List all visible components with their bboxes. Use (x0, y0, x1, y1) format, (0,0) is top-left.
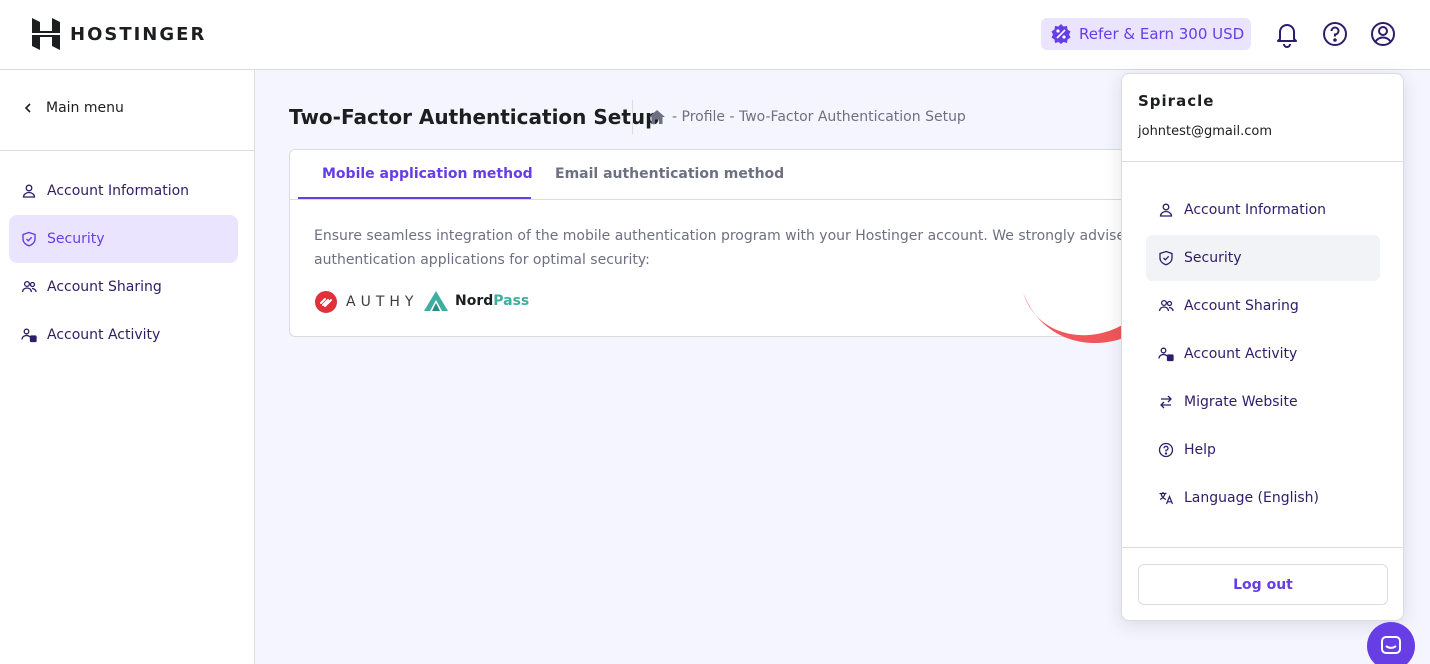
sidebar-item-security[interactable]: Security (9, 215, 238, 263)
transfer-icon (1160, 395, 1172, 409)
refer-earn-label: Refer & Earn 300 USD (1079, 25, 1245, 43)
sidebar-item-label: Account Information (47, 183, 190, 199)
discount-badge-icon (1051, 24, 1071, 44)
nordpass-wordmark-pass: Pass (493, 293, 530, 309)
user-icon (22, 184, 36, 198)
dropdown-item-label: Language (English) (1184, 490, 1320, 506)
account-circle-icon[interactable] (1369, 20, 1397, 48)
dropdown-item-language[interactable]: Language (English) (1146, 475, 1380, 521)
breadcrumb-path[interactable]: - Profile - Two-Factor Authentication Se… (672, 109, 966, 125)
users-icon (21, 280, 37, 293)
tab-email-authentication[interactable]: Email authentication method (555, 166, 784, 182)
sidebar-divider (0, 150, 254, 151)
authy-wordmark: AUTHY (346, 294, 419, 310)
authy-logo: AUTHY (314, 290, 418, 314)
dropdown-item-account-activity[interactable]: Account Activity (1146, 331, 1380, 377)
title-separator (632, 100, 633, 134)
tab-divider (290, 199, 1168, 200)
account-dropdown: Spiracle johntest@gmail.com Account Info… (1121, 73, 1404, 621)
account-email: johntest@gmail.com (1138, 124, 1273, 139)
help-icon (1158, 442, 1174, 458)
top-bar: HOSTINGER Refer & Earn 300 USD (0, 0, 1430, 70)
dropdown-item-account-sharing[interactable]: Account Sharing (1146, 283, 1380, 329)
dropdown-item-migrate-website[interactable]: Migrate Website (1146, 379, 1380, 425)
refer-earn-button[interactable]: Refer & Earn 300 USD (1041, 18, 1251, 50)
dropdown-item-label: Migrate Website (1184, 394, 1298, 410)
sidebar-item-account-sharing[interactable]: Account Sharing (9, 263, 238, 311)
logo-text: HOSTINGER (70, 23, 207, 45)
chevron-left-icon (24, 103, 31, 113)
activity-icon (1158, 347, 1174, 362)
bell-icon[interactable] (1273, 20, 1301, 48)
dropdown-item-label: Account Sharing (1184, 298, 1299, 314)
dropdown-divider (1122, 547, 1403, 548)
breadcrumb: - Profile - Two-Factor Authentication Se… (648, 108, 966, 126)
sidebar-item-label: Account Sharing (47, 279, 162, 295)
dropdown-item-help[interactable]: Help (1146, 427, 1380, 473)
sidebar: Main menu Account Information Security A… (0, 70, 255, 664)
account-name: Spiracle (1138, 92, 1215, 110)
main-menu-link[interactable]: Main menu (22, 100, 124, 116)
shield-icon (1159, 250, 1173, 266)
shield-icon (22, 231, 36, 247)
help-circle-icon[interactable] (1321, 20, 1349, 48)
sidebar-item-label: Account Activity (47, 327, 161, 343)
sidebar-item-label: Security (47, 231, 105, 247)
dropdown-item-label: Account Information (1184, 202, 1327, 218)
authy-icon (315, 291, 337, 313)
sidebar-item-account-activity[interactable]: Account Activity (9, 311, 238, 359)
nordpass-logo: NordPass (423, 290, 529, 312)
chat-icon (1381, 636, 1401, 654)
chat-launcher-button[interactable] (1367, 622, 1415, 664)
description-line: Ensure seamless integration of the mobil… (314, 228, 1154, 244)
dropdown-item-label: Security (1184, 250, 1242, 266)
sidebar-item-account-information[interactable]: Account Information (9, 167, 238, 215)
users-icon (1158, 299, 1174, 312)
hostinger-logo[interactable]: HOSTINGER (32, 18, 206, 50)
dropdown-item-account-information[interactable]: Account Information (1146, 187, 1380, 233)
dropdown-divider (1122, 161, 1403, 162)
dropdown-item-label: Account Activity (1184, 346, 1298, 362)
user-icon (1159, 203, 1173, 217)
main-menu-label: Main menu (46, 100, 124, 116)
dropdown-item-label: Help (1184, 442, 1216, 458)
page-title: Two-Factor Authentication Setup (289, 105, 660, 129)
nordpass-icon (424, 291, 448, 311)
activity-icon (21, 328, 37, 343)
logout-button[interactable]: Log out (1138, 564, 1388, 605)
nordpass-wordmark-nord: Nord (455, 293, 494, 309)
dropdown-item-security[interactable]: Security (1146, 235, 1380, 281)
translate-icon (1159, 492, 1174, 505)
home-icon[interactable] (648, 108, 666, 126)
tab-mobile-application[interactable]: Mobile application method (322, 166, 533, 182)
hostinger-logo-icon (32, 18, 60, 50)
